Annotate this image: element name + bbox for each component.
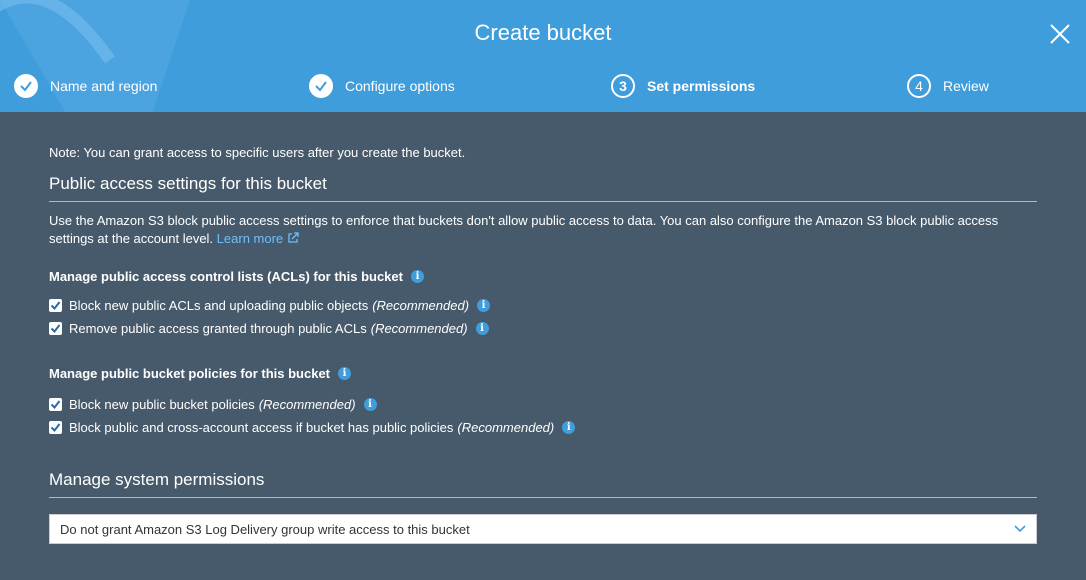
check-circle-icon (14, 74, 38, 98)
checkbox-checked[interactable] (49, 299, 62, 312)
option-label: Remove public access granted through pub… (69, 321, 367, 336)
note-text: Note: You can grant access to specific u… (49, 145, 466, 160)
recommended-note: (Recommended) (372, 298, 470, 313)
close-icon[interactable] (1048, 22, 1072, 46)
modal-title: Create bucket (474, 20, 612, 45)
option-label: Block new public bucket policies (69, 397, 255, 412)
info-icon[interactable]: i (338, 367, 351, 380)
system-permissions-select[interactable]: Do not grant Amazon S3 Log Delivery grou… (49, 514, 1037, 544)
recommended-note: (Recommended) (457, 420, 555, 435)
step-set-permissions[interactable]: 3 Set permissions (611, 74, 755, 98)
step-label: Review (943, 78, 989, 94)
checkbox-checked[interactable] (49, 398, 62, 411)
policy-heading: Manage public bucket policies for this b… (49, 366, 1037, 381)
modal-header: Create bucket Name and region Configure … (0, 0, 1086, 112)
checkbox-checked[interactable] (49, 322, 62, 335)
public-access-title: Public access settings for this bucket (49, 174, 1037, 202)
option-remove-public-acls[interactable]: Remove public access granted through pub… (49, 321, 1037, 336)
permissions-panel: Note: You can grant access to specific u… (49, 112, 1037, 544)
info-icon[interactable]: i (477, 299, 491, 312)
option-label: Block new public ACLs and uploading publ… (69, 298, 369, 313)
info-icon[interactable]: i (410, 270, 424, 283)
checkbox-checked[interactable] (49, 421, 62, 434)
step-name-and-region[interactable]: Name and region (14, 74, 157, 98)
description-text: Use the Amazon S3 block public access se… (49, 213, 999, 246)
step-configure-options[interactable]: Configure options (309, 74, 455, 98)
info-icon[interactable]: i (562, 421, 576, 434)
recommended-note: (Recommended) (258, 397, 356, 412)
step-number: 4 (907, 74, 931, 98)
option-label: Block public and cross-account access if… (69, 420, 454, 435)
check-circle-icon (309, 74, 333, 98)
info-icon[interactable]: i (475, 322, 489, 335)
select-value: Do not grant Amazon S3 Log Delivery grou… (60, 521, 470, 537)
public-access-description: Use the Amazon S3 block public access se… (49, 212, 1037, 248)
external-link-icon (288, 232, 299, 243)
step-label: Configure options (345, 78, 455, 94)
step-review[interactable]: 4 Review (907, 74, 989, 98)
option-block-new-public-policies[interactable]: Block new public bucket policies (Recomm… (49, 397, 1037, 412)
step-label: Name and region (50, 78, 158, 94)
learn-more-link[interactable]: Learn more (217, 231, 299, 246)
option-block-cross-account-access[interactable]: Block public and cross-account access if… (49, 420, 1037, 435)
acl-heading: Manage public access control lists (ACLs… (49, 269, 1037, 284)
step-label: Set permissions (647, 78, 756, 94)
info-icon[interactable]: i (363, 398, 377, 411)
system-permissions-title: Manage system permissions (49, 470, 1037, 498)
recommended-note: (Recommended) (370, 321, 468, 336)
chevron-down-icon (1014, 525, 1026, 533)
option-block-new-public-acls[interactable]: Block new public ACLs and uploading publ… (49, 298, 1037, 313)
step-number: 3 (611, 74, 635, 98)
